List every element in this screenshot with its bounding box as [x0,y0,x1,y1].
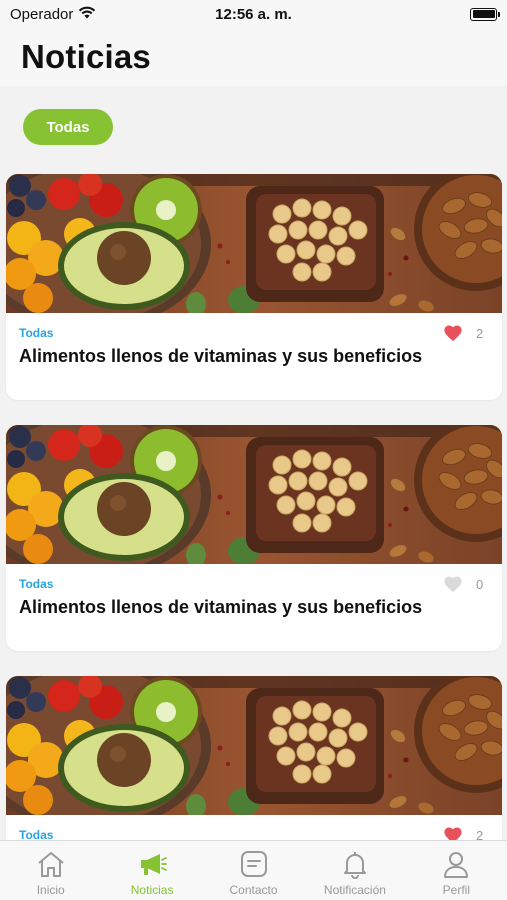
news-card-image [6,174,502,313]
wifi-icon [78,6,96,23]
battery-icon [470,7,500,21]
megaphone-icon [136,849,168,879]
like-count: 2 [476,325,484,341]
like-control: 2 [443,324,484,342]
status-bar: Operador 12:56 a. m. [0,0,507,28]
tab-label: Contacto [229,883,278,897]
tab-contacto[interactable]: Contacto [203,841,304,900]
filter-row: Todas [23,109,113,145]
header: Noticias [0,28,507,86]
news-card-category[interactable]: Todas [19,577,53,591]
message-icon [238,849,270,879]
tab-noticias[interactable]: Noticias [101,841,202,900]
news-card[interactable]: Todas Alimentos llenos de vitaminas y su… [6,425,502,651]
tab-bar: Inicio Noticias Contacto Notificación Pe… [0,840,507,900]
page-title: Noticias [21,38,151,75]
like-control: 0 [443,575,484,593]
news-card-title[interactable]: Alimentos llenos de vitaminas y sus bene… [19,346,422,367]
news-card-title[interactable]: Alimentos llenos de vitaminas y sus bene… [19,597,422,618]
home-icon [35,849,67,879]
tab-perfil[interactable]: Perfil [406,841,507,900]
tab-label: Perfil [442,883,470,897]
like-count: 0 [476,576,484,592]
tab-label: Noticias [130,883,174,897]
filter-chip-todas[interactable]: Todas [23,109,113,145]
tab-label: Inicio [36,883,65,897]
news-card-category[interactable]: Todas [19,326,53,340]
user-icon [440,849,472,879]
bell-icon [339,849,371,879]
news-card-image [6,425,502,564]
status-left: Operador [10,6,96,23]
heart-icon[interactable] [443,324,463,342]
news-card[interactable]: Todas Alimentos llenos de vitaminas y su… [6,174,502,400]
carrier-label: Operador [10,5,74,23]
heart-icon[interactable] [443,575,463,593]
tab-notificacion[interactable]: Notificación [304,841,405,900]
tab-inicio[interactable]: Inicio [0,841,101,900]
tab-label: Notificación [323,883,386,897]
news-card-image [6,676,502,815]
